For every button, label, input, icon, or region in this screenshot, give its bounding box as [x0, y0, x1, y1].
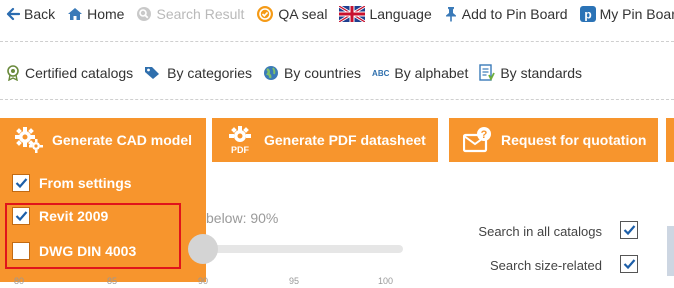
abc-icon: ABC: [372, 68, 390, 78]
language-link[interactable]: Language: [339, 6, 432, 22]
home-icon: [67, 7, 83, 21]
home-label: Home: [87, 6, 125, 22]
pdf-icon-text: PDF: [231, 145, 250, 155]
generate-cad-model-button[interactable]: Generate CAD model: [0, 118, 206, 162]
generate-pdf-datasheet-label: Generate PDF datasheet: [264, 132, 426, 148]
slider-tick-label: 80: [14, 276, 25, 286]
by-countries-link[interactable]: By countries: [263, 65, 361, 81]
selection-highlight-box: [5, 203, 181, 269]
generate-cad-model-label: Generate CAD model: [52, 132, 193, 148]
generate-pdf-datasheet-button[interactable]: PDF Generate PDF datasheet: [212, 118, 438, 162]
back-link[interactable]: Back: [6, 6, 55, 22]
format-option-from-settings[interactable]: From settings: [12, 174, 132, 192]
add-to-pin-board-link[interactable]: Add to Pin Board: [444, 6, 568, 22]
certified-catalogs-link[interactable]: Certified catalogs: [6, 65, 133, 81]
catalog-filter-bar: Certified catalogs By categories By coun…: [0, 60, 593, 86]
by-categories-link[interactable]: By categories: [144, 65, 252, 81]
svg-text:p: p: [584, 8, 591, 22]
similarity-slider-handle[interactable]: [188, 234, 218, 264]
search-result-label: Search Result: [156, 6, 245, 22]
search-result-icon: [136, 6, 152, 22]
format-option-label: From settings: [39, 175, 132, 191]
search-size-related-label: Search size-related: [490, 258, 602, 273]
qa-seal-label: QA seal: [278, 6, 328, 22]
standards-document-icon: [479, 64, 496, 82]
pinterest-icon: p: [579, 6, 596, 22]
svg-text:?: ?: [481, 129, 488, 141]
cad-gears-icon: [14, 126, 44, 154]
back-label: Back: [24, 6, 56, 22]
home-link[interactable]: Home: [67, 6, 124, 22]
top-toolbar: Back Home Search Result QA seal Language…: [0, 0, 674, 28]
qa-seal-link[interactable]: QA seal: [256, 5, 327, 23]
pdf-gear-icon: PDF: [226, 125, 256, 155]
tags-icon: [144, 66, 162, 80]
toolbar-divider: [0, 41, 674, 42]
by-alphabet-label: By alphabet: [394, 65, 469, 81]
by-standards-link[interactable]: By standards: [479, 64, 582, 82]
my-pin-board-link[interactable]: p My Pin Board: [579, 6, 674, 22]
by-categories-label: By categories: [167, 65, 252, 81]
by-standards-label: By standards: [500, 65, 583, 81]
by-countries-label: By countries: [284, 65, 362, 81]
search-all-catalogs-checkbox[interactable]: [620, 221, 638, 239]
filter-divider: [0, 99, 674, 100]
by-alphabet-link[interactable]: ABC By alphabet: [372, 65, 468, 81]
slider-tick-label: 100: [378, 276, 394, 286]
my-pin-board-label: My Pin Board: [599, 6, 674, 22]
slider-tick-label: 90: [198, 276, 209, 286]
add-to-pin-board-label: Add to Pin Board: [461, 6, 568, 22]
search-result-link[interactable]: Search Result: [136, 6, 244, 22]
search-all-catalogs-label: Search in all catalogs: [478, 224, 602, 239]
certified-badge-icon: [6, 65, 20, 81]
slider-tick-label: 85: [107, 276, 118, 286]
uk-flag-icon: [339, 6, 366, 22]
slider-tick-label: 95: [289, 276, 300, 286]
quotation-request-icon: ?: [463, 126, 493, 154]
scrollbar[interactable]: [667, 226, 674, 276]
qa-seal-icon: [256, 5, 274, 23]
certified-catalogs-label: Certified catalogs: [25, 65, 134, 81]
request-for-quotation-label: Request for quotation: [501, 132, 647, 148]
similarity-slider-track[interactable]: [200, 245, 403, 253]
overflow-action-button[interactable]: [666, 118, 674, 162]
globe-icon: [263, 65, 279, 81]
similarity-threshold-label: below: 90%: [206, 210, 279, 226]
checkbox-checked[interactable]: [12, 174, 30, 192]
request-for-quotation-button[interactable]: ? Request for quotation: [449, 118, 658, 162]
search-size-related-checkbox[interactable]: [620, 255, 638, 273]
back-arrow-icon: [6, 7, 20, 21]
pin-icon: [444, 6, 458, 22]
language-label: Language: [369, 6, 432, 22]
